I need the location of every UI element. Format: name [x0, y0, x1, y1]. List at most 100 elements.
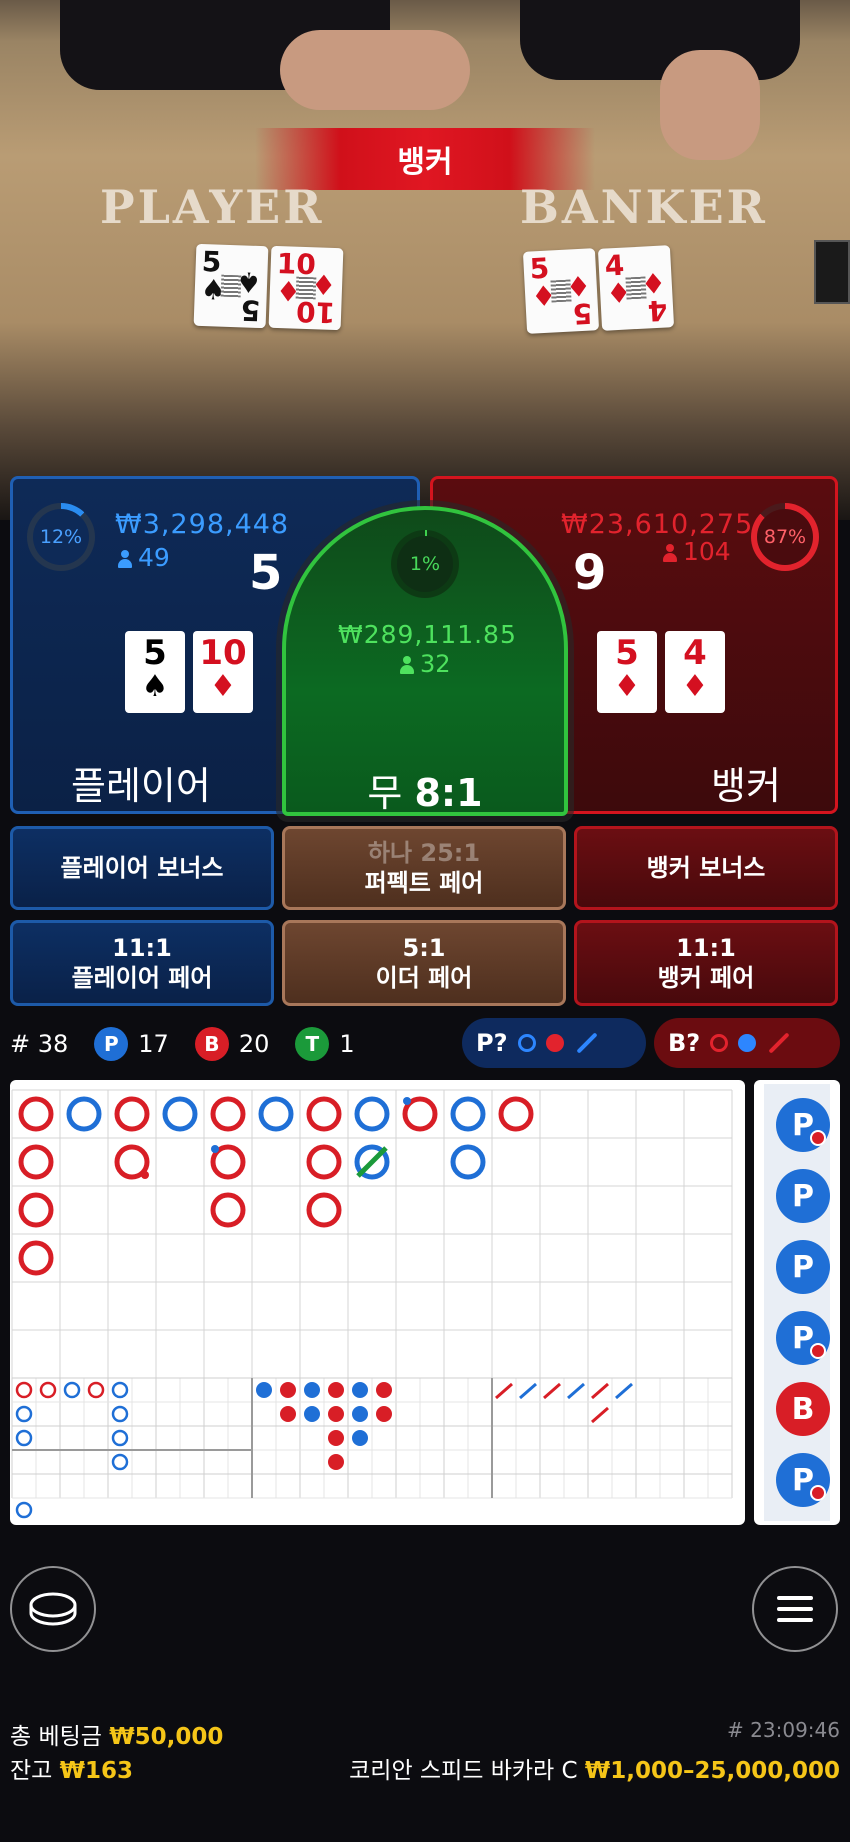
small-road-mark — [304, 1406, 320, 1422]
player-total-amount: ₩3,298,448 — [115, 509, 290, 540]
card-rank: 4 — [683, 633, 707, 673]
big-road-player — [66, 1096, 102, 1132]
live-video: 뱅커 PLAYER BANKER 5 ♠ 5 ♠ 10 ♦ 10 ♦ 5 ♦ 5 ♦ 4 ♦ 4 ♦ — [0, 0, 850, 520]
player-card-2: 10 ♦ — [193, 631, 253, 713]
menu-button[interactable] — [752, 1566, 838, 1652]
banker-bettor-count: 104 — [663, 537, 731, 566]
banker-card-2: 4 ♦ — [665, 631, 725, 713]
red-dot-icon — [545, 1034, 564, 1052]
player-score: 5 — [249, 545, 283, 601]
big-eye-road-mark — [39, 1381, 57, 1399]
card-shoe — [814, 240, 850, 304]
tie-bet-spot[interactable]: 1% ₩289,111.85 32 무 8:1 — [282, 506, 568, 816]
big-eye-road-mark — [15, 1405, 33, 1423]
player-pair-dot — [211, 1145, 219, 1153]
big-road-player — [450, 1144, 486, 1180]
card-rank: 10 — [199, 633, 247, 673]
pair-dot — [810, 1485, 826, 1501]
small-road-mark — [304, 1382, 320, 1398]
pair-dot — [810, 1343, 826, 1359]
big-eye-road-mark — [111, 1453, 129, 1471]
big-road-player — [354, 1096, 390, 1132]
banker-score: 9 — [573, 545, 607, 601]
banker-bonus-label: 뱅커 보너스 — [646, 854, 766, 882]
player-predict-label: P? — [476, 1029, 508, 1057]
diamond-icon: ♦ — [613, 669, 641, 704]
big-road-player — [162, 1096, 198, 1132]
tie-label-row: 무 8:1 — [286, 762, 564, 817]
scoreboard-roads[interactable] — [10, 1080, 745, 1525]
road-grid — [11, 1089, 733, 1519]
banker-pair-bet[interactable]: 11:1 뱅커 페어 — [574, 920, 838, 1006]
big-road-player — [450, 1096, 486, 1132]
blue-dot-icon — [738, 1034, 757, 1052]
balance-label: 잔고 — [10, 1758, 53, 1784]
table-name: 코리안 스피드 바카라 C — [349, 1758, 578, 1784]
perfect-pair-bet[interactable]: 하나 25:1 퍼펙트 페어 — [282, 826, 566, 910]
table-card: 10 ♦ 10 ♦ — [268, 245, 344, 331]
banker-pair-odds: 11:1 — [676, 934, 736, 962]
player-badge: P — [94, 1027, 129, 1061]
chip-stack-icon — [29, 1592, 77, 1626]
table-card: 5 ♠ 5 ♠ — [193, 243, 269, 329]
blue-slash-icon — [575, 1032, 598, 1054]
tie-odds: 8:1 — [414, 771, 483, 815]
dealer-hand — [660, 50, 760, 160]
table-limits: ₩1,000–25,000,000 — [584, 1758, 840, 1784]
player-pair-bet[interactable]: 11:1 플레이어 페어 — [10, 920, 274, 1006]
big-road-player — [258, 1096, 294, 1132]
balance-value: ₩163 — [59, 1758, 134, 1784]
banker-predict-button[interactable]: B? — [654, 1018, 840, 1068]
hamburger-menu-icon — [777, 1596, 813, 1622]
player-pair-label: 플레이어 페어 — [71, 964, 213, 992]
big-eye-road-mark — [111, 1405, 129, 1423]
banker-card-1: 5 ♦ — [597, 631, 657, 713]
perfect-pair-label: 퍼펙트 페어 — [364, 869, 484, 897]
bead-player: P — [776, 1453, 830, 1507]
big-road-banker — [498, 1096, 534, 1132]
small-road-mark — [352, 1382, 368, 1398]
small-road-mark — [328, 1406, 344, 1422]
person-icon — [400, 656, 414, 674]
total-bet-label: 총 베팅금 — [10, 1724, 102, 1750]
small-road-mark — [376, 1406, 392, 1422]
banker-percent-ring: 87% — [751, 503, 819, 571]
player-bettors-value: 49 — [138, 543, 170, 572]
big-road-banker — [18, 1096, 54, 1132]
bead-road-strip[interactable]: PPPPBP — [754, 1080, 840, 1525]
big-eye-road-mark — [87, 1381, 105, 1399]
player-percent-ring: 12% — [27, 503, 95, 571]
diamond-icon: ♦ — [209, 669, 237, 704]
big-road-banker — [306, 1192, 342, 1228]
banker-win-count: 20 — [238, 1030, 270, 1058]
big-eye-road-mark — [111, 1429, 129, 1447]
small-road-mark — [376, 1382, 392, 1398]
bead-player: P — [776, 1311, 830, 1365]
player-label: 플레이어 — [71, 764, 211, 808]
small-road-mark — [328, 1382, 344, 1398]
table-info: 코리안 스피드 바카라 C ₩1,000–25,000,000 — [349, 1751, 840, 1785]
table-card: 4 ♦ 4 ♦ — [597, 245, 675, 331]
big-eye-road-mark — [15, 1501, 33, 1519]
total-bet-value: ₩50,000 — [109, 1724, 224, 1750]
either-pair-bet[interactable]: 5:1 이더 페어 — [282, 920, 566, 1006]
big-road-banker — [210, 1096, 246, 1132]
player-predict-button[interactable]: P? — [462, 1018, 646, 1068]
banker-label: 뱅커 — [711, 764, 781, 808]
tie-percent: 1% — [397, 536, 453, 592]
big-road-banker — [210, 1192, 246, 1228]
red-slash-icon — [768, 1032, 790, 1054]
tie-bettors-value: 32 — [420, 650, 451, 678]
chip-stack-button[interactable] — [10, 1566, 96, 1652]
small-road-mark — [280, 1406, 296, 1422]
bead-player: P — [776, 1169, 830, 1223]
card-rank: 5 — [143, 633, 167, 673]
big-eye-road-mark — [15, 1381, 33, 1399]
tie-percent-ring: 1% — [391, 530, 459, 598]
player-pair-odds: 11:1 — [112, 934, 172, 962]
player-bonus-label: 플레이어 보너스 — [60, 854, 224, 882]
banker-bettors-value: 104 — [683, 537, 731, 566]
cockroach-road-mark — [591, 1382, 609, 1400]
player-bonus-bet[interactable]: 플레이어 보너스 — [10, 826, 274, 910]
banker-bonus-bet[interactable]: 뱅커 보너스 — [574, 826, 838, 910]
